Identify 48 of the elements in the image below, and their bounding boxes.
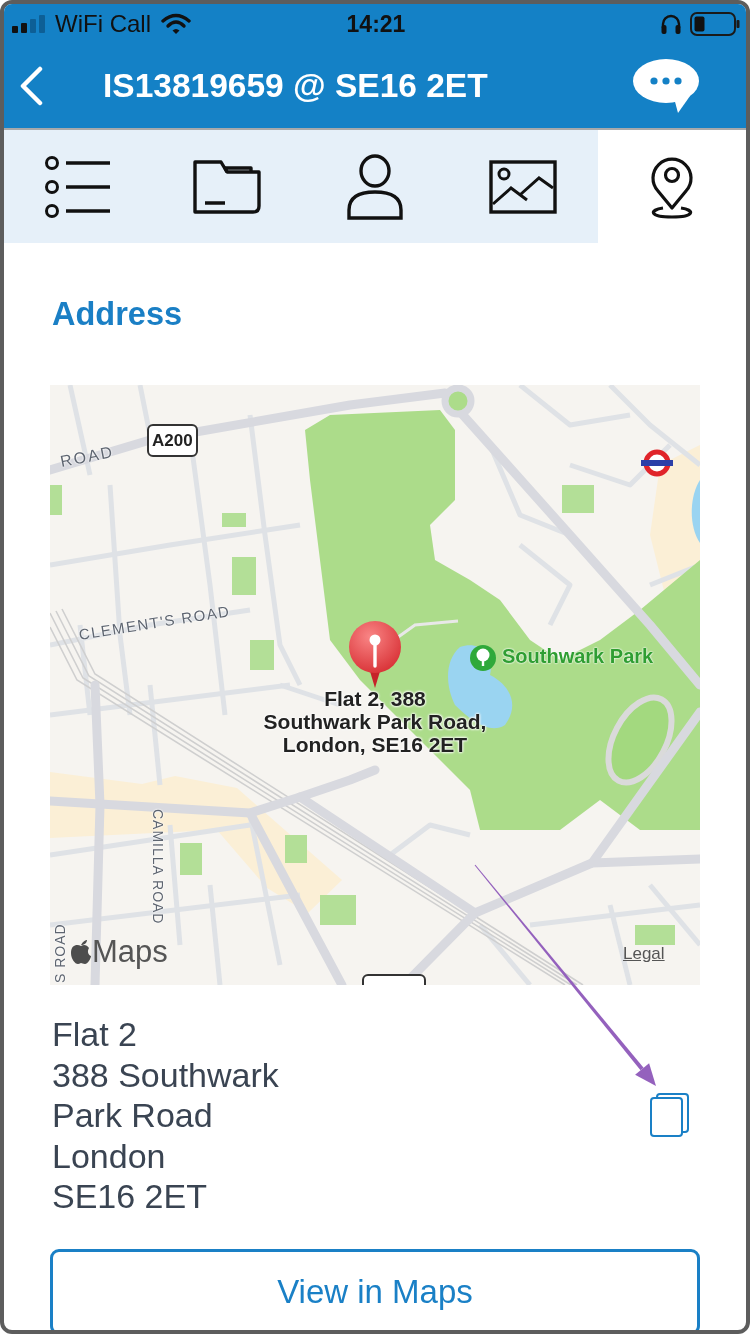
back-icon[interactable] <box>18 66 44 106</box>
carrier-name: WiFi Call <box>55 10 151 38</box>
station-icon <box>641 447 673 479</box>
copy-icon[interactable] <box>650 1093 690 1138</box>
headphones-icon <box>660 13 682 35</box>
grass-area <box>222 513 246 527</box>
view-in-maps-button[interactable]: View in Maps <box>50 1248 700 1330</box>
address-line: Park Road <box>51 1095 214 1136</box>
screen-title: IS13819659 @ SE16 2ET <box>103 67 488 105</box>
road-name: S ROAD <box>52 923 69 983</box>
grass-area <box>250 640 274 670</box>
wifi-icon <box>161 13 191 35</box>
grass-area <box>562 485 594 513</box>
apple-icon <box>70 938 92 964</box>
list-icon <box>44 155 113 218</box>
tab[interactable] <box>4 130 153 243</box>
address-line: 388 Southwark <box>51 1054 279 1095</box>
grass-area <box>285 835 307 863</box>
tab[interactable] <box>449 130 598 243</box>
pin-label: Flat 2, 388 Southwark Park Road, London, SE16 2ET <box>263 687 487 756</box>
folder-icon <box>192 159 261 214</box>
road-name: ROAD <box>58 443 116 470</box>
image-icon <box>489 159 558 214</box>
maps-logo: Maps <box>92 936 168 968</box>
signal-icon <box>12 15 46 33</box>
tree-icon <box>470 645 496 671</box>
address-line: Flat 2 <box>51 1014 139 1055</box>
grass-area <box>635 925 675 945</box>
road-name: CAMILLA ROAD <box>149 809 166 925</box>
grass-area <box>180 843 202 875</box>
address-line: SE16 2ET <box>51 1176 208 1217</box>
map-pin-icon[interactable] <box>347 620 403 688</box>
legal-link[interactable]: Legal <box>623 944 665 964</box>
road-shield <box>362 974 426 985</box>
person-icon <box>346 153 404 220</box>
water-area <box>691 480 700 543</box>
grass-area <box>50 485 62 515</box>
grass-area <box>232 557 256 595</box>
section-heading: Address <box>52 296 184 332</box>
roundabout <box>441 385 475 418</box>
battery-icon <box>690 12 740 36</box>
address-line: London <box>51 1135 167 1176</box>
place-name: Southwark Park <box>502 644 654 668</box>
clock-time: 14:21 <box>346 10 406 38</box>
chat-bubble-icon[interactable] <box>632 58 700 114</box>
grass-area <box>320 895 356 925</box>
road-name: CLEMENT'S ROAD <box>77 602 232 643</box>
road-shield: A200 <box>147 424 198 457</box>
